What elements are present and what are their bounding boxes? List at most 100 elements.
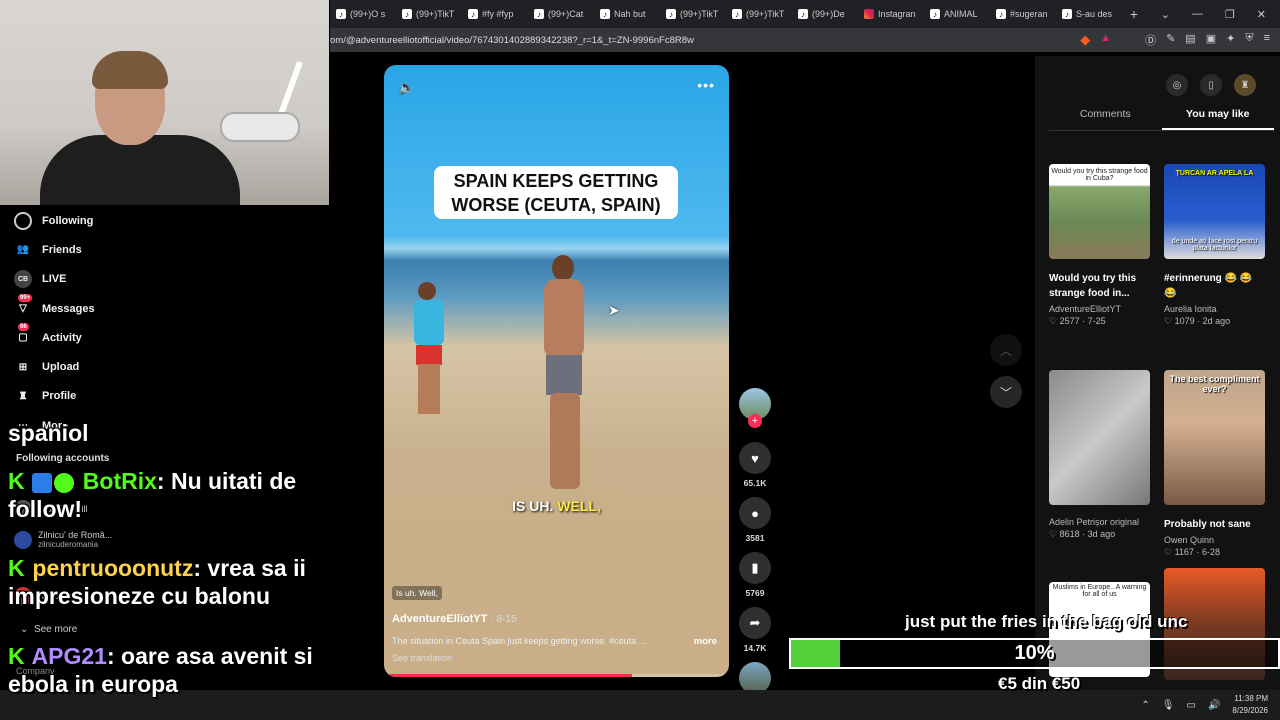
sidebar-item-following[interactable]: Following: [14, 206, 314, 235]
coin-icon[interactable]: ◎: [1166, 74, 1188, 96]
tab-label: Nah but: [614, 9, 646, 19]
panel-top-icons: ◎ ▯ ♜: [1166, 74, 1256, 96]
messages-icon: ▽ 99+: [18, 293, 33, 315]
volume-icon[interactable]: 🔈: [398, 79, 415, 96]
new-tab-button[interactable]: +: [1122, 6, 1146, 22]
menu-icon[interactable]: ≡: [1264, 32, 1270, 48]
browser-tab[interactable]: ♪ (99+)TikT: [660, 2, 724, 26]
leo-icon[interactable]: ✦: [1226, 32, 1235, 48]
chat-message: spaniol: [8, 419, 89, 447]
sidebar-item-messages[interactable]: ▽ 99+ Messages: [14, 293, 314, 323]
profile-icon: ♜: [18, 390, 28, 402]
browser-tab[interactable]: ♪ (99+)Cat: [528, 2, 592, 26]
see-translation-link[interactable]: See translation: [392, 653, 452, 663]
close-window-icon[interactable]: ✕: [1257, 8, 1266, 21]
brave-rewards-icon[interactable]: ▲: [1100, 32, 1111, 48]
see-more-link[interactable]: ⌄ See more: [20, 624, 77, 635]
d-extension-icon[interactable]: Ⓓ: [1145, 32, 1156, 48]
vpn-icon[interactable]: ⛨: [1245, 32, 1253, 48]
next-video-button[interactable]: ﹀: [990, 376, 1022, 408]
window-controls: ⌄ — ❐ ✕: [1161, 8, 1280, 21]
card-date: 7-25: [1087, 316, 1106, 326]
browser-tab[interactable]: ♪ #sugeran: [990, 2, 1054, 26]
comment-count: 3581: [745, 533, 765, 543]
sidebar-toggle-icon[interactable]: ▤: [1185, 32, 1195, 48]
tab-comments[interactable]: Comments: [1049, 108, 1162, 130]
previous-video-button[interactable]: ︿: [990, 334, 1022, 366]
browser-tab[interactable]: ♪ ANIMAL: [924, 2, 988, 26]
brave-shield-icon[interactable]: ◆: [1080, 32, 1090, 48]
chat-username: APG21: [31, 643, 107, 669]
tiktok-icon: ♪: [600, 9, 610, 19]
panel-tabs: Comments You may like: [1049, 108, 1274, 131]
tiktok-icon: ♪: [402, 9, 412, 19]
more-options-icon[interactable]: •••: [697, 77, 715, 93]
suggested-video-card[interactable]: ȚURCAN AR APELA LA de unde ați face rost…: [1164, 164, 1265, 327]
browser-tab[interactable]: ♪ S-au des: [1056, 2, 1120, 26]
chevron-up-icon: ︿: [999, 343, 1012, 358]
video-thumbnail: [1049, 370, 1150, 505]
browser-tab[interactable]: ♪ (99+)TikT: [396, 2, 460, 26]
network-icon[interactable]: ▭: [1187, 700, 1196, 711]
video-progress-bar[interactable]: [384, 674, 729, 677]
card-stats: ♡ 1167 · 6-28: [1164, 547, 1220, 557]
like-button[interactable]: ♥: [739, 442, 771, 474]
comment-button[interactable]: ●: [739, 497, 771, 529]
minimize-icon[interactable]: —: [1192, 8, 1203, 21]
more-button[interactable]: more: [694, 636, 717, 647]
chevron-down-icon: ﹀: [999, 385, 1012, 400]
tiktok-icon: ♪: [996, 9, 1006, 19]
browser-tab[interactable]: ♪ Nah but: [594, 2, 658, 26]
browser-tab[interactable]: ♪ (99+)De: [792, 2, 856, 26]
share-button[interactable]: ➦: [739, 607, 771, 639]
sidebar-item-profile[interactable]: ♜ Profile: [14, 382, 314, 411]
browser-tab[interactable]: ♪ (99+)O s: [330, 2, 394, 26]
bot-badge-icon: [32, 472, 53, 493]
device-icon[interactable]: ▯: [1200, 74, 1222, 96]
video-author[interactable]: AdventureElliotYT · 8-15: [392, 613, 517, 625]
sidebar-item-live[interactable]: CB LIVE: [14, 265, 314, 294]
browser-tab[interactable]: Instagran: [858, 2, 922, 26]
tiktok-icon: ♪: [666, 9, 676, 19]
card-author: Owen Quinn: [1164, 535, 1215, 545]
kick-icon: K: [8, 468, 25, 494]
messages-badge: 99+: [18, 293, 33, 302]
kick-icon: K: [8, 643, 25, 669]
save-button[interactable]: ▮: [739, 552, 771, 584]
restore-icon[interactable]: ❐: [1225, 8, 1235, 21]
bookmark-icon: ▮: [751, 560, 759, 575]
sidebar-item-upload[interactable]: ⊞ Upload: [14, 352, 314, 381]
browser-tab[interactable]: ♪ (99+)TikT: [726, 2, 790, 26]
chat-text: spaniol: [8, 420, 89, 446]
creator-avatar[interactable]: +: [739, 388, 771, 428]
tab-label: (99+)O s: [350, 9, 386, 19]
tiktok-icon: ♪: [468, 9, 478, 19]
browser-tab[interactable]: ♪ #fy #fyp: [462, 2, 526, 26]
suggested-video-card[interactable]: Adelin Petrișor original ♡ 8618 · 3d ago: [1049, 370, 1150, 540]
follow-plus-icon[interactable]: +: [748, 414, 762, 428]
tab-search-icon[interactable]: ⌄: [1161, 8, 1170, 21]
card-title: #erinnerung 😂 😂 😂: [1164, 273, 1253, 299]
thumbnail-text: Would you try this strange food in Cuba?: [1051, 168, 1148, 182]
tab-label: ANIMAL: [944, 9, 978, 19]
address-bar[interactable]: om/@adventureelliotofficial/video/767430…: [330, 28, 1280, 52]
system-clock[interactable]: 11:38 PM 8/29/2026: [1232, 693, 1268, 717]
account-item[interactable]: Zilnicu' de Româ... zilnicuderomania: [14, 530, 112, 549]
tab-you-may-like[interactable]: You may like: [1161, 108, 1274, 130]
sidebar-item-label: Upload: [42, 361, 80, 374]
chat-username: pentruooonutz: [32, 555, 194, 581]
microphone-icon[interactable]: 🎙: [1162, 700, 1175, 711]
url-text[interactable]: om/@adventureelliotofficial/video/767430…: [330, 35, 694, 46]
extensions-icon[interactable]: ✎: [1166, 32, 1175, 48]
card-author: Aurelia Ionita: [1164, 304, 1217, 314]
sidebar-item-activity[interactable]: ▢ 66 Activity: [14, 322, 314, 352]
suggested-video-card[interactable]: Would you try this strange food in Cuba?…: [1049, 164, 1150, 327]
chevron-up-icon[interactable]: ⌃: [1141, 700, 1149, 711]
video-player[interactable]: 🔈 ••• SPAIN KEEPS GETTING WORSE (CEUTA, …: [384, 65, 729, 677]
user-avatar[interactable]: ♜: [1234, 74, 1256, 96]
wallet-icon[interactable]: ▣: [1206, 32, 1216, 48]
speaker-icon[interactable]: 🔊: [1208, 700, 1220, 711]
sidebar-item-friends[interactable]: 👥 Friends: [14, 235, 314, 264]
following-icon: [14, 211, 32, 230]
suggested-video-card[interactable]: The best compliment ever? Probably not s…: [1164, 370, 1265, 558]
